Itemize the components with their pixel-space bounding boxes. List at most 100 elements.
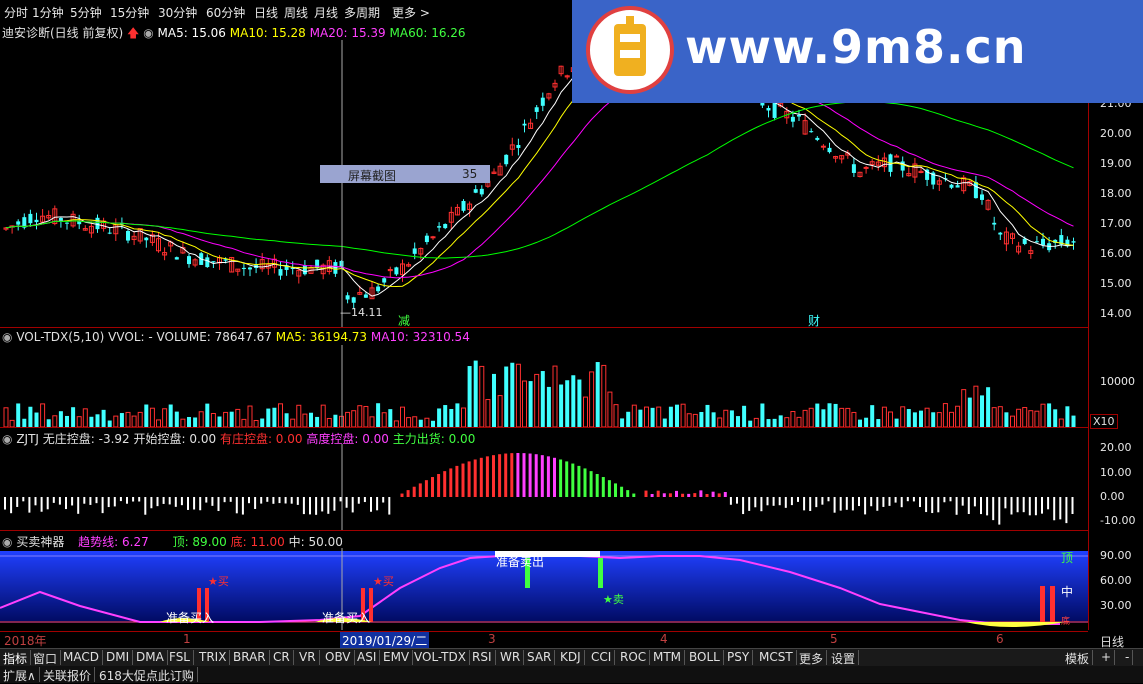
toolbar-item-1min[interactable]: 1分钟 bbox=[32, 4, 64, 21]
volume-bar-up bbox=[412, 416, 418, 427]
volume-bar-up bbox=[686, 413, 692, 427]
related-quote-button[interactable]: 关联报价 bbox=[40, 667, 96, 683]
tab-sar[interactable]: SAR bbox=[524, 650, 556, 665]
tab-obv[interactable]: OBV bbox=[322, 650, 355, 665]
low-price-value: 14.11 bbox=[351, 306, 383, 319]
tab-more[interactable]: 更多 bbox=[796, 650, 828, 666]
volume-bar-up bbox=[522, 380, 527, 427]
buy-bar bbox=[1040, 586, 1045, 622]
tab-cci[interactable]: CCI bbox=[588, 650, 616, 665]
event-marker-cai[interactable]: 财 bbox=[808, 312, 820, 329]
tab-trix[interactable]: TRIX bbox=[196, 650, 231, 665]
toolbar-item-60min[interactable]: 60分钟 bbox=[206, 4, 245, 21]
toolbar-item-30min[interactable]: 30分钟 bbox=[158, 4, 197, 21]
zjtj-bar-negative bbox=[376, 497, 379, 511]
tab-mtm[interactable]: MTM bbox=[650, 650, 686, 665]
volume-bar-up bbox=[692, 413, 698, 427]
volume-bar-up bbox=[357, 405, 363, 427]
volume-bar-up bbox=[180, 418, 186, 427]
volume-bar-up bbox=[400, 406, 405, 427]
zjtj-bar-negative bbox=[223, 497, 226, 503]
zjtj-bar-negative bbox=[126, 497, 128, 504]
zjtj-bar-negative bbox=[1041, 497, 1043, 514]
volume-bar-up bbox=[991, 407, 997, 427]
volume-bar-down bbox=[510, 362, 515, 427]
toolbar-item-monthly[interactable]: 月线 bbox=[314, 4, 338, 21]
settings-gear-icon[interactable]: ◉ bbox=[2, 432, 12, 446]
zjtj-bar-negative bbox=[180, 497, 183, 506]
tab-asi[interactable]: ASI bbox=[354, 650, 381, 665]
settings-gear-icon[interactable]: ◉ bbox=[143, 26, 153, 40]
tab-kdj[interactable]: KDJ bbox=[557, 650, 585, 665]
zoom-in-button[interactable]: + bbox=[1098, 650, 1116, 665]
tab-dmi[interactable]: DMI bbox=[103, 650, 134, 665]
toolbar-item-weekly[interactable]: 周线 bbox=[284, 4, 308, 21]
expand-button[interactable]: 扩展∧ bbox=[0, 667, 40, 683]
settings-gear-icon[interactable]: ◉ bbox=[2, 535, 12, 549]
volume-bar-up bbox=[351, 410, 357, 427]
tab-template[interactable]: 模板 bbox=[1062, 650, 1094, 666]
zjtj-bar-negative bbox=[284, 497, 287, 504]
tab-dma[interactable]: DMA bbox=[133, 650, 168, 665]
toolbar-item-more[interactable]: 更多 > bbox=[392, 4, 430, 21]
toolbar-item-fenshi[interactable]: 分时 bbox=[4, 4, 28, 21]
tab-brar[interactable]: BRAR bbox=[230, 650, 270, 665]
zoom-out-button[interactable]: - bbox=[1122, 650, 1134, 665]
x-label: 3 bbox=[488, 632, 496, 646]
zjtj-bar-positive bbox=[528, 453, 532, 497]
tab-emv[interactable]: EMV bbox=[380, 650, 414, 665]
tab-rsi[interactable]: RSI bbox=[469, 650, 496, 665]
volume-bar-up bbox=[1028, 410, 1034, 427]
event-marker-jian[interactable]: 减 bbox=[398, 312, 410, 329]
tab-psy[interactable]: PSY bbox=[724, 650, 754, 665]
candle-down bbox=[126, 231, 130, 241]
volume-bar-up bbox=[552, 365, 558, 427]
x-label: 6 bbox=[996, 632, 1004, 646]
volume-bar-down bbox=[675, 404, 679, 427]
toolbar-item-multi[interactable]: 多周期 bbox=[344, 4, 380, 21]
tab-roc[interactable]: ROC bbox=[617, 650, 651, 665]
tab-cr[interactable]: CR bbox=[270, 650, 294, 665]
volume-bar-up bbox=[845, 407, 851, 427]
screenshot-tooltip[interactable]: 屏幕截图 35 bbox=[320, 165, 490, 183]
tab-fsl[interactable]: FSL bbox=[166, 650, 194, 665]
tab-wr[interactable]: WR bbox=[497, 650, 525, 665]
tab-settings[interactable]: 设置 bbox=[828, 650, 860, 666]
tab-boll[interactable]: BOLL bbox=[686, 650, 724, 665]
zjtj-chart[interactable] bbox=[0, 444, 1088, 530]
tab-vol-tdx[interactable]: VOL-TDX bbox=[411, 650, 470, 665]
zjtj-bar-negative bbox=[10, 497, 13, 514]
volume-bar-down bbox=[528, 381, 533, 427]
tab-chuangkou[interactable]: 窗口 bbox=[30, 650, 62, 666]
zjtj-panel-header: ◉ ZJTJ 无庄控盘: -3.92 开始控盘: 0.00 有庄控盘: 0.00… bbox=[2, 430, 475, 447]
tab-macd[interactable]: MACD bbox=[60, 650, 103, 665]
toolbar-item-daily[interactable]: 日线 bbox=[254, 4, 278, 21]
tab-mcst[interactable]: MCST bbox=[756, 650, 797, 665]
volume-bar-down bbox=[864, 417, 869, 427]
toolbar-item-5min[interactable]: 5分钟 bbox=[70, 4, 102, 21]
volume-bar-up bbox=[515, 363, 521, 427]
candle-up bbox=[863, 166, 869, 169]
volume-bar-up bbox=[424, 417, 430, 427]
volume-bar-down bbox=[870, 405, 875, 427]
volume-bar-up bbox=[162, 408, 168, 427]
tab-vr[interactable]: VR bbox=[296, 650, 320, 665]
zjtj-bar-positive bbox=[632, 493, 636, 497]
volume-bar-up bbox=[802, 409, 808, 427]
toolbar-item-15min[interactable]: 15分钟 bbox=[110, 4, 149, 21]
volume-bar-down bbox=[540, 371, 545, 427]
zjtj-bar-positive bbox=[565, 461, 569, 497]
zjtj-bar-positive bbox=[540, 455, 544, 497]
volume-chart[interactable] bbox=[0, 345, 1088, 427]
candle-up bbox=[820, 145, 826, 148]
volume-bar-up bbox=[497, 395, 503, 427]
zjtj-bar-positive bbox=[620, 486, 624, 497]
trend-value: 趋势线: 6.27 bbox=[78, 535, 149, 549]
volume-bar-down bbox=[449, 408, 454, 427]
promo-link[interactable]: 618大促点此订购 bbox=[96, 667, 198, 683]
tab-zhibiao[interactable]: 指标 bbox=[0, 650, 32, 666]
volume-value: VOLUME: 78647.67 bbox=[156, 330, 272, 344]
settings-gear-icon[interactable]: ◉ bbox=[2, 330, 12, 344]
volume-bar-up bbox=[82, 408, 88, 427]
buy-bar bbox=[1050, 586, 1055, 622]
